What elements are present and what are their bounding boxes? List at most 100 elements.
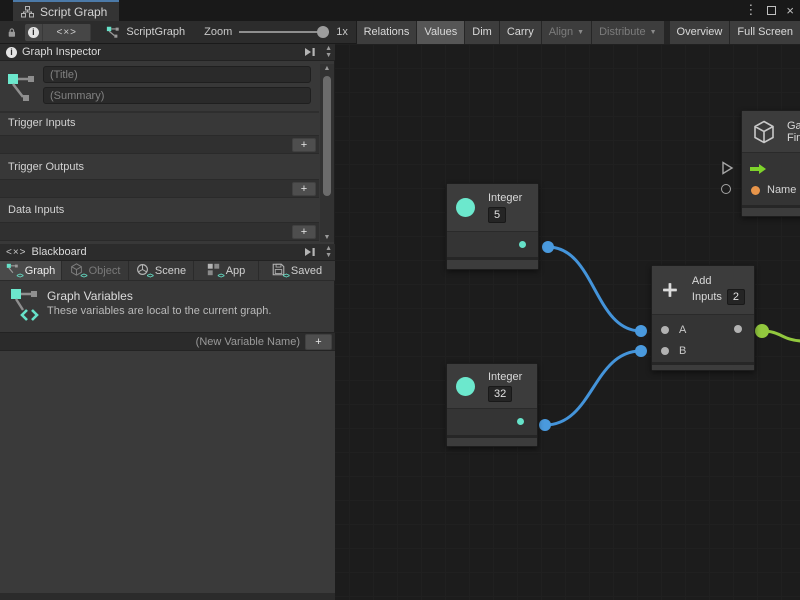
- inspector-scrollbar[interactable]: ▲ ▼: [320, 64, 334, 242]
- graph-inspector-title: Graph Inspector: [22, 46, 101, 58]
- add-trigger-input-button[interactable]: +: [292, 138, 316, 152]
- node-integer-32[interactable]: Integer 32: [446, 363, 538, 447]
- wire-endpoint[interactable]: [755, 324, 769, 338]
- dock-panel-icon[interactable]: [304, 247, 316, 257]
- node-header: GameObject Find: [742, 111, 800, 153]
- relations-button[interactable]: Relations: [357, 21, 417, 44]
- node-title: GameObject: [787, 120, 800, 132]
- scroll-up-icon[interactable]: ▲: [320, 65, 334, 72]
- carry-button[interactable]: Carry: [500, 21, 541, 44]
- overview-button[interactable]: Overview: [670, 21, 730, 44]
- graph-variables-description: These variables are local to the current…: [47, 305, 271, 317]
- variables-icon: <×>: [56, 27, 77, 38]
- inspector-toggle-button[interactable]: i: [25, 24, 43, 41]
- zoom-slider-handle[interactable]: [317, 26, 329, 38]
- graph-summary-input[interactable]: [43, 87, 311, 104]
- node-body: [447, 232, 538, 257]
- trigger-outputs-label: Trigger Outputs: [8, 161, 84, 173]
- add-data-input-button[interactable]: +: [292, 225, 316, 239]
- graph-inspector-header: i Graph Inspector ▲▼: [0, 44, 335, 61]
- blackboard-bottom-strip: [0, 593, 335, 600]
- variables-icon: <×>: [6, 247, 27, 258]
- script-graph-window: Script Graph ⋮ × i <×> ScriptGraph Zoom …: [0, 0, 800, 600]
- wire-integer32-to-add-b[interactable]: [545, 351, 641, 425]
- graph-icon: [7, 68, 37, 104]
- tab-graph[interactable]: <> Graph: [0, 261, 62, 280]
- zoom-value: 1x: [336, 26, 348, 38]
- add-trigger-output-button[interactable]: +: [292, 182, 316, 196]
- name-input-port[interactable]: [751, 186, 760, 195]
- tab-scene[interactable]: <> Scene: [129, 261, 194, 280]
- flow-input-port[interactable]: [750, 163, 767, 175]
- wire-integer5-to-add-a[interactable]: [548, 247, 641, 331]
- panel-scroll-buttons[interactable]: ▲▼: [325, 45, 332, 59]
- distribute-dropdown[interactable]: Distribute▼: [592, 21, 663, 44]
- graph-variables-icon: [9, 286, 41, 324]
- toolbar-gap: [665, 21, 669, 44]
- zoom-slider[interactable]: [239, 26, 329, 38]
- lock-icon[interactable]: [8, 26, 16, 39]
- node-title: Integer: [488, 192, 522, 204]
- input-port-a[interactable]: [661, 326, 669, 334]
- align-dropdown[interactable]: Align▼: [542, 21, 591, 44]
- values-button[interactable]: Values: [417, 21, 464, 44]
- node-header: Integer 5: [447, 184, 538, 232]
- wire-endpoint[interactable]: [635, 325, 647, 337]
- input-port-b[interactable]: [661, 347, 669, 355]
- graph-title-input[interactable]: [43, 66, 311, 83]
- info-icon: i: [6, 47, 17, 58]
- trigger-inputs-label: Trigger Inputs: [8, 117, 75, 129]
- node-integer-5[interactable]: Integer 5: [446, 183, 539, 270]
- scrollbar-thumb[interactable]: [323, 76, 331, 196]
- window-close-icon[interactable]: ×: [786, 3, 794, 18]
- graph-inspector-panel: i Graph Inspector ▲▼ Trigger Inputs + Tr…: [0, 44, 335, 244]
- value-port-marker[interactable]: [721, 184, 731, 194]
- tab-script-graph[interactable]: Script Graph: [13, 0, 119, 21]
- scroll-down-icon[interactable]: ▼: [320, 234, 334, 241]
- data-inputs-label: Data Inputs: [8, 204, 64, 216]
- blackboard-tabs: <> Graph <> Object <> Scene: [0, 261, 335, 281]
- window-menu-icon[interactable]: ⋮: [744, 2, 757, 18]
- graph-canvas[interactable]: Integer 5 Integer 32: [335, 44, 800, 600]
- blackboard-header: <×> Blackboard ▲▼: [0, 244, 335, 261]
- tab-object[interactable]: <> Object: [62, 261, 129, 280]
- full-screen-button[interactable]: Full Screen: [730, 21, 800, 44]
- inputs-label: Inputs: [692, 291, 722, 303]
- zoom-slider-track[interactable]: [239, 31, 329, 33]
- tab-app[interactable]: <> App: [194, 261, 259, 280]
- dock-panel-icon[interactable]: [304, 47, 316, 57]
- output-port[interactable]: [734, 325, 742, 333]
- wire-endpoint[interactable]: [542, 241, 554, 253]
- inputs-count-field[interactable]: 2: [727, 289, 745, 305]
- dim-button[interactable]: Dim: [465, 21, 499, 44]
- scene-variables-icon: <>: [136, 263, 151, 278]
- add-variable-button[interactable]: +: [305, 334, 332, 350]
- output-port[interactable]: [517, 418, 524, 425]
- port-name-label: Name: [767, 184, 796, 196]
- panel-scroll-buttons[interactable]: ▲▼: [325, 245, 332, 259]
- add-icon: [661, 277, 679, 303]
- new-variable-input[interactable]: [4, 334, 300, 350]
- node-body: Name: [742, 153, 800, 205]
- graph-variables-heading: Graph Variables: [47, 289, 133, 303]
- wire-endpoint[interactable]: [539, 419, 551, 431]
- blackboard-toggle-button[interactable]: <×>: [43, 24, 91, 41]
- node-subtitle: Find: [787, 132, 800, 144]
- node-title: Integer: [488, 371, 522, 383]
- integer-icon: [456, 198, 475, 217]
- integer-value-field[interactable]: 5: [488, 207, 506, 223]
- graph-breadcrumb[interactable]: ScriptGraph: [106, 25, 185, 39]
- zoom-label: Zoom: [204, 26, 232, 38]
- tab-saved[interactable]: <> Saved: [259, 261, 335, 280]
- new-variable-row: +: [0, 332, 335, 351]
- node-add[interactable]: Add Inputs 2 A B: [651, 265, 755, 371]
- node-gameobject-find[interactable]: GameObject Find Name: [741, 110, 800, 217]
- trigger-outputs-row: +: [0, 179, 319, 198]
- integer-value-field[interactable]: 32: [488, 386, 512, 402]
- wire-endpoint[interactable]: [635, 345, 647, 357]
- window-maximize-icon[interactable]: [767, 6, 776, 15]
- node-header: Integer 32: [447, 364, 537, 409]
- flow-port-marker[interactable]: [721, 161, 734, 175]
- output-port[interactable]: [519, 241, 526, 248]
- window-tab-bar: Script Graph ⋮ ×: [0, 0, 800, 21]
